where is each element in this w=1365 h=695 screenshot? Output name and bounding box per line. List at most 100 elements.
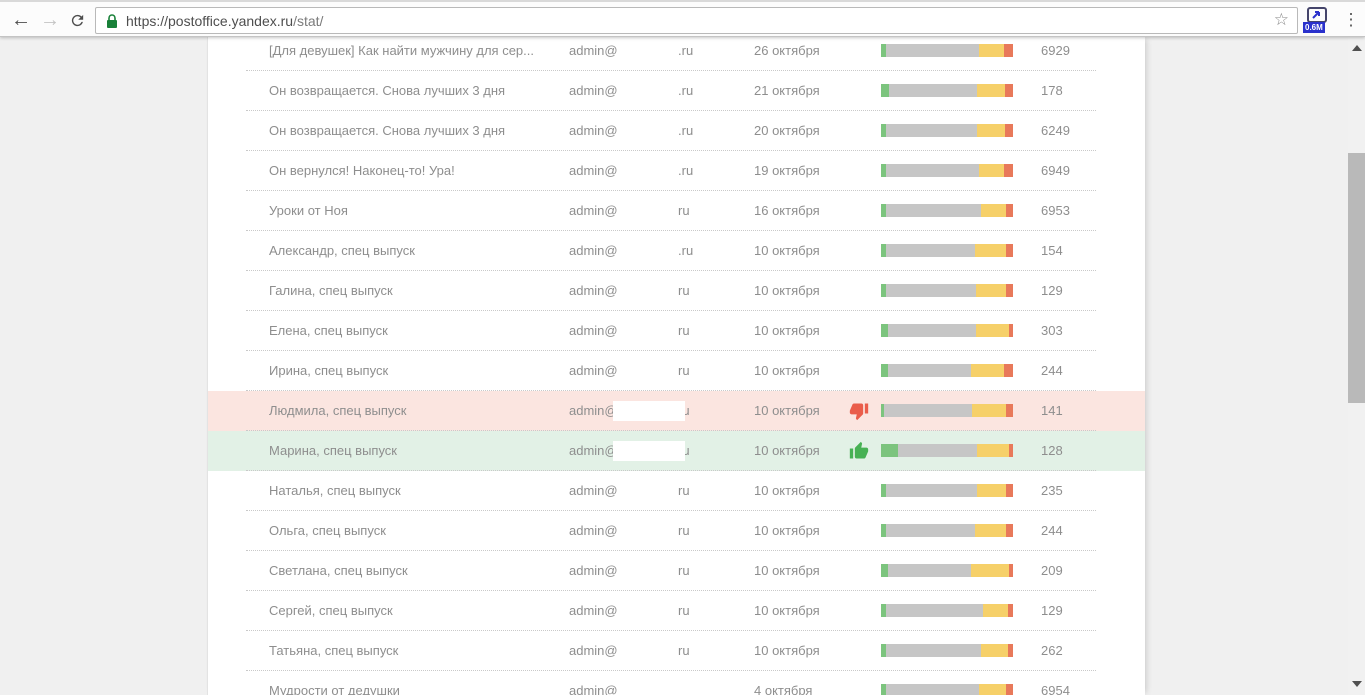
address-bar[interactable]: https://postoffice.yandex.ru/stat/ ☆ bbox=[95, 7, 1298, 34]
thumbs-up-icon bbox=[849, 441, 869, 461]
subject-cell: Александр, спец выпуск bbox=[269, 231, 559, 271]
subject-cell: [Для девушек] Как найти мужчину для сер.… bbox=[269, 37, 559, 71]
table-row[interactable]: Елена, спец выпускadmin@ru10 октября303 bbox=[208, 311, 1145, 351]
subject-cell: Мудрости от дедушки bbox=[269, 671, 559, 695]
email-user-cell: admin@ bbox=[569, 551, 618, 591]
scroll-down-arrow-icon[interactable] bbox=[1352, 681, 1362, 687]
table-row[interactable]: Он возвращается. Снова лучших 3 дняadmin… bbox=[208, 71, 1145, 111]
scroll-up-arrow-icon[interactable] bbox=[1352, 45, 1362, 51]
count-cell: 129 bbox=[1041, 271, 1063, 311]
count-cell: 128 bbox=[1041, 431, 1063, 471]
menu-icon[interactable]: ⋮ bbox=[1339, 5, 1363, 35]
date-cell: 10 октября bbox=[754, 591, 820, 631]
email-suffix-cell: ru bbox=[678, 591, 690, 631]
table-row[interactable]: Уроки от Нояadmin@ru16 октября6953 bbox=[208, 191, 1145, 231]
table-row[interactable]: Александр, спец выпускadmin@.ru10 октябр… bbox=[208, 231, 1145, 271]
date-cell: 21 октября bbox=[754, 71, 820, 111]
table-row[interactable]: Он вернулся! Наконец-то! Ура!admin@.ru19… bbox=[208, 151, 1145, 191]
count-cell: 262 bbox=[1041, 631, 1063, 671]
date-cell: 10 октября bbox=[754, 431, 820, 471]
email-suffix-cell: .ru bbox=[678, 37, 693, 71]
back-button[interactable]: ← bbox=[6, 5, 36, 35]
table-row[interactable]: Ольга, спец выпускadmin@ru10 октября244 bbox=[208, 511, 1145, 551]
subject-cell: Он возвращается. Снова лучших 3 дня bbox=[269, 111, 559, 151]
table-row[interactable]: Светлана, спец выпускadmin@ru10 октября2… bbox=[208, 551, 1145, 591]
bar-segment bbox=[975, 244, 1007, 257]
delivery-stats-bar bbox=[881, 324, 1013, 337]
bar-segment bbox=[886, 604, 982, 617]
email-user-cell: admin@ bbox=[569, 231, 618, 271]
bar-segment bbox=[1006, 524, 1013, 537]
table-row[interactable]: Галина, спец выпускadmin@ ru 10 октября 129 bbox=[208, 271, 1145, 311]
bar-segment bbox=[881, 364, 888, 377]
bar-segment bbox=[976, 284, 1006, 297]
table-row[interactable]: Ирина, спец выпускadmin@ru10 октября244 bbox=[208, 351, 1145, 391]
date-cell: 20 октября bbox=[754, 111, 820, 151]
count-cell: 178 bbox=[1041, 71, 1063, 111]
email-user-cell: admin@ bbox=[569, 191, 618, 231]
table-row[interactable]: Наталья, спец выпускadmin@ru10 октября23… bbox=[208, 471, 1145, 511]
bar-segment bbox=[886, 164, 978, 177]
bookmark-star-icon[interactable]: ☆ bbox=[1274, 10, 1289, 30]
email-user-cell: admin@ bbox=[569, 271, 618, 311]
bar-segment bbox=[1008, 644, 1013, 657]
count-cell: 235 bbox=[1041, 471, 1063, 511]
bar-segment bbox=[1004, 44, 1013, 57]
date-cell: 10 октября bbox=[754, 351, 820, 391]
refresh-button[interactable] bbox=[62, 8, 92, 38]
subject-cell: Галина, спец выпуск bbox=[269, 271, 559, 311]
date-cell: 10 октября bbox=[754, 511, 820, 551]
bar-segment bbox=[977, 124, 1005, 137]
date-cell: 10 октября bbox=[754, 311, 820, 351]
table-row[interactable]: Мудрости от дедушкиadmin@4 октября6954 bbox=[208, 671, 1145, 695]
bar-segment bbox=[979, 684, 1007, 695]
redaction-box bbox=[613, 441, 685, 461]
subject-cell: Наталья, спец выпуск bbox=[269, 471, 559, 511]
bar-segment bbox=[1005, 84, 1013, 97]
date-cell: 10 октября bbox=[754, 391, 820, 431]
email-user-cell: admin@ bbox=[569, 511, 618, 551]
extension-icon[interactable]: 0.6M bbox=[1305, 6, 1331, 34]
table-row[interactable]: Людмила, спец выпускadmin@ru10 октября14… bbox=[208, 391, 1145, 431]
subject-cell: Он вернулся! Наконец-то! Ура! bbox=[269, 151, 559, 191]
subject-cell: Ольга, спец выпуск bbox=[269, 511, 559, 551]
date-cell: 4 октября bbox=[754, 671, 812, 695]
email-suffix-cell: .ru bbox=[678, 231, 693, 271]
lock-icon bbox=[106, 14, 118, 29]
scrollbar-thumb[interactable] bbox=[1348, 153, 1365, 403]
count-cell: 154 bbox=[1041, 231, 1063, 271]
table-row[interactable]: Он возвращается. Снова лучших 3 дняadmin… bbox=[208, 111, 1145, 151]
email-suffix-cell: .ru bbox=[678, 71, 693, 111]
forward-button[interactable]: → bbox=[35, 5, 65, 35]
table-row[interactable]: Сергей, спец выпускadmin@ru10 октября129 bbox=[208, 591, 1145, 631]
bar-segment bbox=[1006, 684, 1013, 695]
bar-segment bbox=[886, 484, 977, 497]
email-user-cell: admin@ bbox=[569, 471, 618, 511]
bar-segment bbox=[971, 364, 1004, 377]
bar-segment bbox=[886, 124, 977, 137]
email-user-cell: admin@ bbox=[569, 431, 618, 471]
delivery-stats-bar bbox=[881, 524, 1013, 537]
count-cell: 6949 bbox=[1041, 151, 1070, 191]
bar-segment bbox=[1006, 244, 1013, 257]
date-cell: 16 октября bbox=[754, 191, 820, 231]
email-user-cell: admin@ bbox=[569, 37, 618, 71]
subject-cell: Марина, спец выпуск bbox=[269, 431, 559, 471]
url-text[interactable]: https://postoffice.yandex.ru/stat/ bbox=[126, 13, 323, 29]
delivery-stats-bar bbox=[881, 244, 1013, 257]
scrollbar[interactable] bbox=[1348, 37, 1365, 695]
email-user-cell: admin@ bbox=[569, 391, 618, 431]
count-cell: 129 bbox=[1041, 591, 1063, 631]
email-suffix-cell: ru bbox=[678, 271, 690, 311]
bar-segment bbox=[898, 444, 977, 457]
bar-segment bbox=[1006, 484, 1013, 497]
table-row[interactable]: Марина, спец выпускadmin@ru10 октября128 bbox=[208, 431, 1145, 471]
date-cell: 10 октября bbox=[754, 271, 820, 311]
email-user-cell: admin@ bbox=[569, 151, 618, 191]
bar-segment bbox=[888, 364, 971, 377]
bar-segment bbox=[886, 244, 974, 257]
bar-segment bbox=[981, 644, 1007, 657]
table-row[interactable]: [Для девушек] Как найти мужчину для сер.… bbox=[208, 37, 1145, 71]
table-row[interactable]: Татьяна, спец выпускadmin@ru10 октября26… bbox=[208, 631, 1145, 671]
email-user-cell: admin@ bbox=[569, 631, 618, 671]
